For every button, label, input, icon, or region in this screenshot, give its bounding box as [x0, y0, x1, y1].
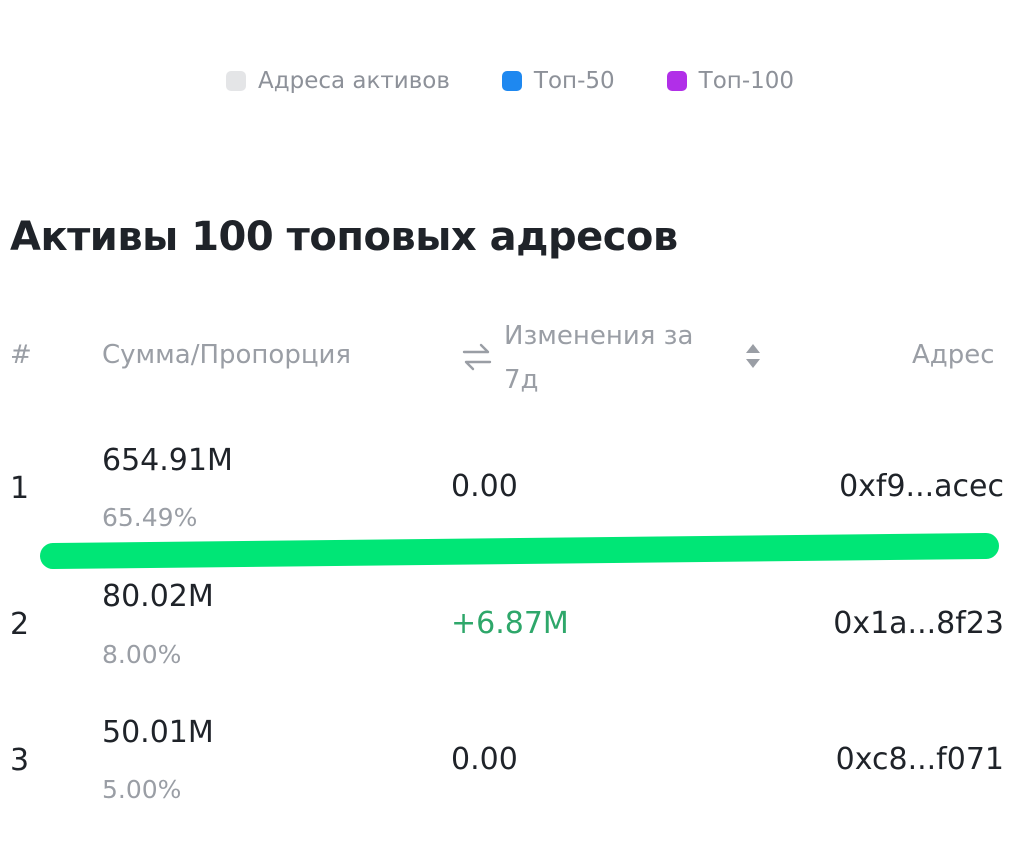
legend-item-top-50[interactable]: Топ-50 [501, 68, 615, 94]
row-rank: 2 [10, 607, 30, 642]
row-rank: 1 [10, 471, 30, 506]
legend-label: Топ-50 [533, 68, 615, 94]
row-address-link[interactable]: 0xc8...f071 [836, 742, 1004, 777]
row-percent: 65.49% [102, 503, 198, 532]
highlight-stroke [40, 533, 999, 569]
chart-legend: Адреса активов Топ-50 Топ-100 [0, 68, 1020, 94]
row-rank: 3 [10, 743, 30, 778]
header-change-7d[interactable]: Изменения за 7д [504, 314, 734, 402]
sort-icon[interactable] [742, 342, 764, 370]
row-percent: 5.00% [102, 775, 182, 804]
row-change: 0.00 [451, 742, 518, 777]
legend-swatch-gray [225, 71, 246, 91]
row-amount: 654.91M [102, 443, 233, 478]
legend-swatch-blue [501, 71, 522, 91]
header-address: Адрес [912, 340, 995, 370]
section-title: Активы 100 топовых адресов [10, 214, 678, 260]
legend-item-asset-addresses[interactable]: Адреса активов [225, 68, 450, 94]
row-address-link[interactable]: 0xf9...acec [839, 469, 1004, 504]
legend-label: Топ-100 [698, 68, 795, 94]
legend-item-top-100[interactable]: Топ-100 [666, 68, 795, 94]
row-address-link[interactable]: 0x1a...8f23 [833, 606, 1004, 641]
row-amount: 50.01M [102, 715, 214, 750]
legend-label: Адреса активов [257, 68, 450, 94]
header-sum-proportion: Сумма/Пропорция [102, 340, 352, 370]
header-rank: # [10, 340, 32, 370]
row-change: 0.00 [451, 469, 518, 504]
legend-swatch-purple [666, 71, 687, 91]
row-percent: 8.00% [102, 640, 182, 669]
swap-arrows-icon[interactable] [461, 342, 493, 372]
row-change: +6.87M [451, 606, 569, 641]
row-amount: 80.02M [102, 579, 214, 614]
